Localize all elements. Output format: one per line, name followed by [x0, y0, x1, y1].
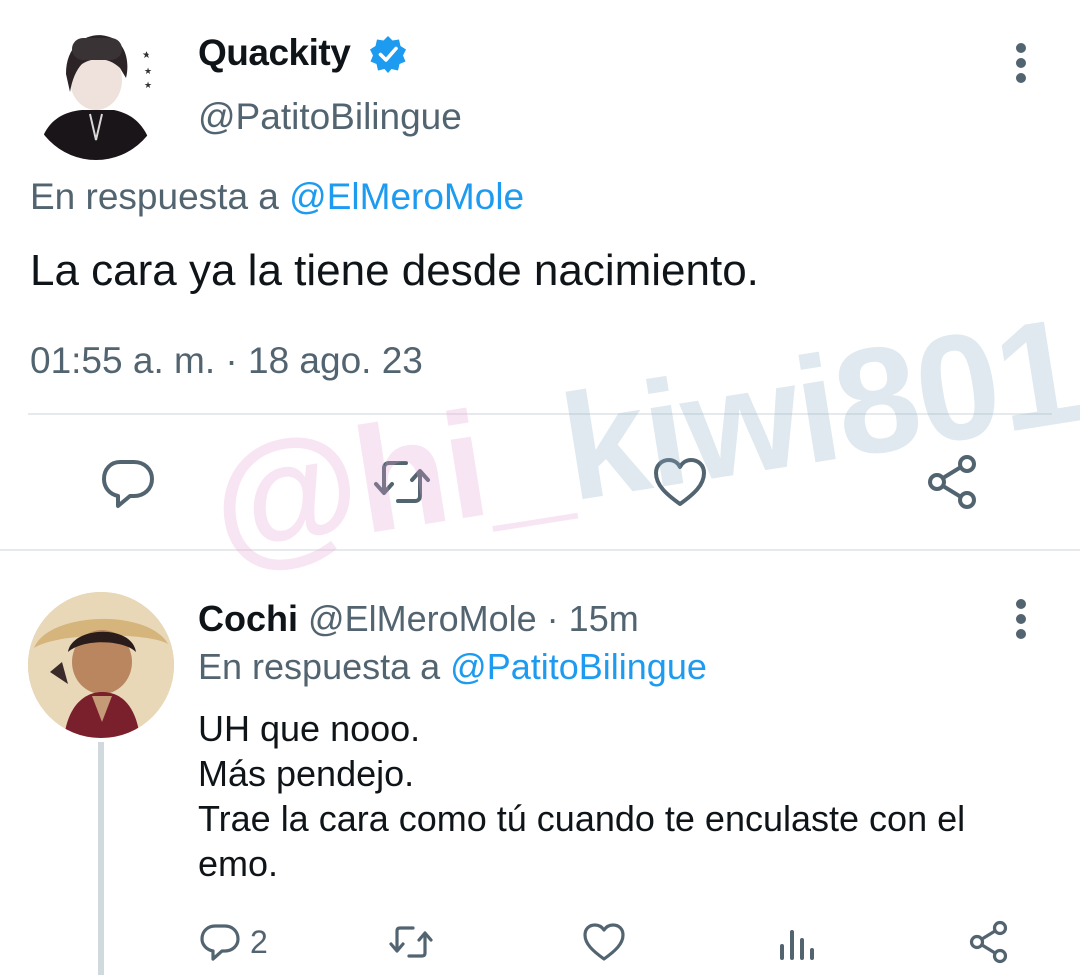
verified-badge-icon [368, 34, 408, 74]
svg-text:★: ★ [144, 66, 152, 76]
tweet-text-line: emo. [198, 843, 279, 884]
reply-button[interactable]: 2 [198, 918, 268, 966]
cochi-avatar[interactable] [28, 592, 174, 738]
like-icon[interactable] [580, 918, 628, 966]
quackity-avatar[interactable]: ★ ★ ★ [30, 28, 162, 160]
tweet-time-ago[interactable]: 15m [569, 598, 639, 639]
share-icon[interactable] [922, 450, 986, 514]
reply-prefix: En respuesta a [30, 176, 279, 217]
analytics-icon[interactable] [772, 918, 820, 966]
reply-mention-link[interactable]: @PatitoBilingue [450, 646, 707, 687]
divider [28, 413, 1052, 415]
tweet-text-line: UH que nooo. [198, 708, 421, 749]
svg-text:★: ★ [144, 80, 152, 90]
reply-mention-link[interactable]: @ElMeroMole [289, 176, 524, 217]
svg-text:★: ★ [142, 50, 151, 61]
retweet-icon[interactable] [386, 918, 436, 966]
thread-line [98, 742, 104, 975]
tweet-text-line: Más pendejo. [198, 753, 415, 794]
tweet-text: UH que nooo. Más pendejo. Trae la cara c… [198, 706, 1058, 886]
author-handle[interactable]: @ElMeroMole [308, 598, 537, 639]
share-icon[interactable] [966, 918, 1014, 966]
watermark-part: kiwi801 [550, 285, 1080, 533]
like-icon[interactable] [648, 450, 712, 514]
author-handle[interactable]: @PatitoBilingue [198, 96, 462, 138]
author-name[interactable]: Cochi [198, 598, 298, 639]
watermark: @hi_kiwi801 [200, 283, 1080, 591]
tweet-timestamp[interactable]: 01:55 a. m. · 18 ago. 23 [30, 340, 423, 382]
reply-prefix: En respuesta a [198, 646, 441, 687]
author-name[interactable]: Quackity [198, 32, 351, 74]
divider [0, 549, 1080, 551]
reply-icon [200, 924, 240, 961]
reply-icon[interactable] [96, 450, 160, 514]
tweet-text-line: Trae la cara como tú cuando te enculaste… [198, 798, 966, 839]
more-options-icon[interactable] [1008, 42, 1034, 86]
reply-context: En respuesta a @ElMeroMole [30, 176, 524, 218]
separator: · [546, 598, 559, 639]
tweet-text: La cara ya la tiene desde nacimiento. [30, 246, 759, 295]
reply-header: Cochi @ElMeroMole · 15m [198, 598, 639, 640]
retweet-icon[interactable] [370, 450, 434, 514]
more-options-icon[interactable] [1008, 598, 1034, 642]
reply-context: En respuesta a @PatitoBilingue [198, 646, 707, 688]
reply-count: 2 [250, 923, 268, 960]
